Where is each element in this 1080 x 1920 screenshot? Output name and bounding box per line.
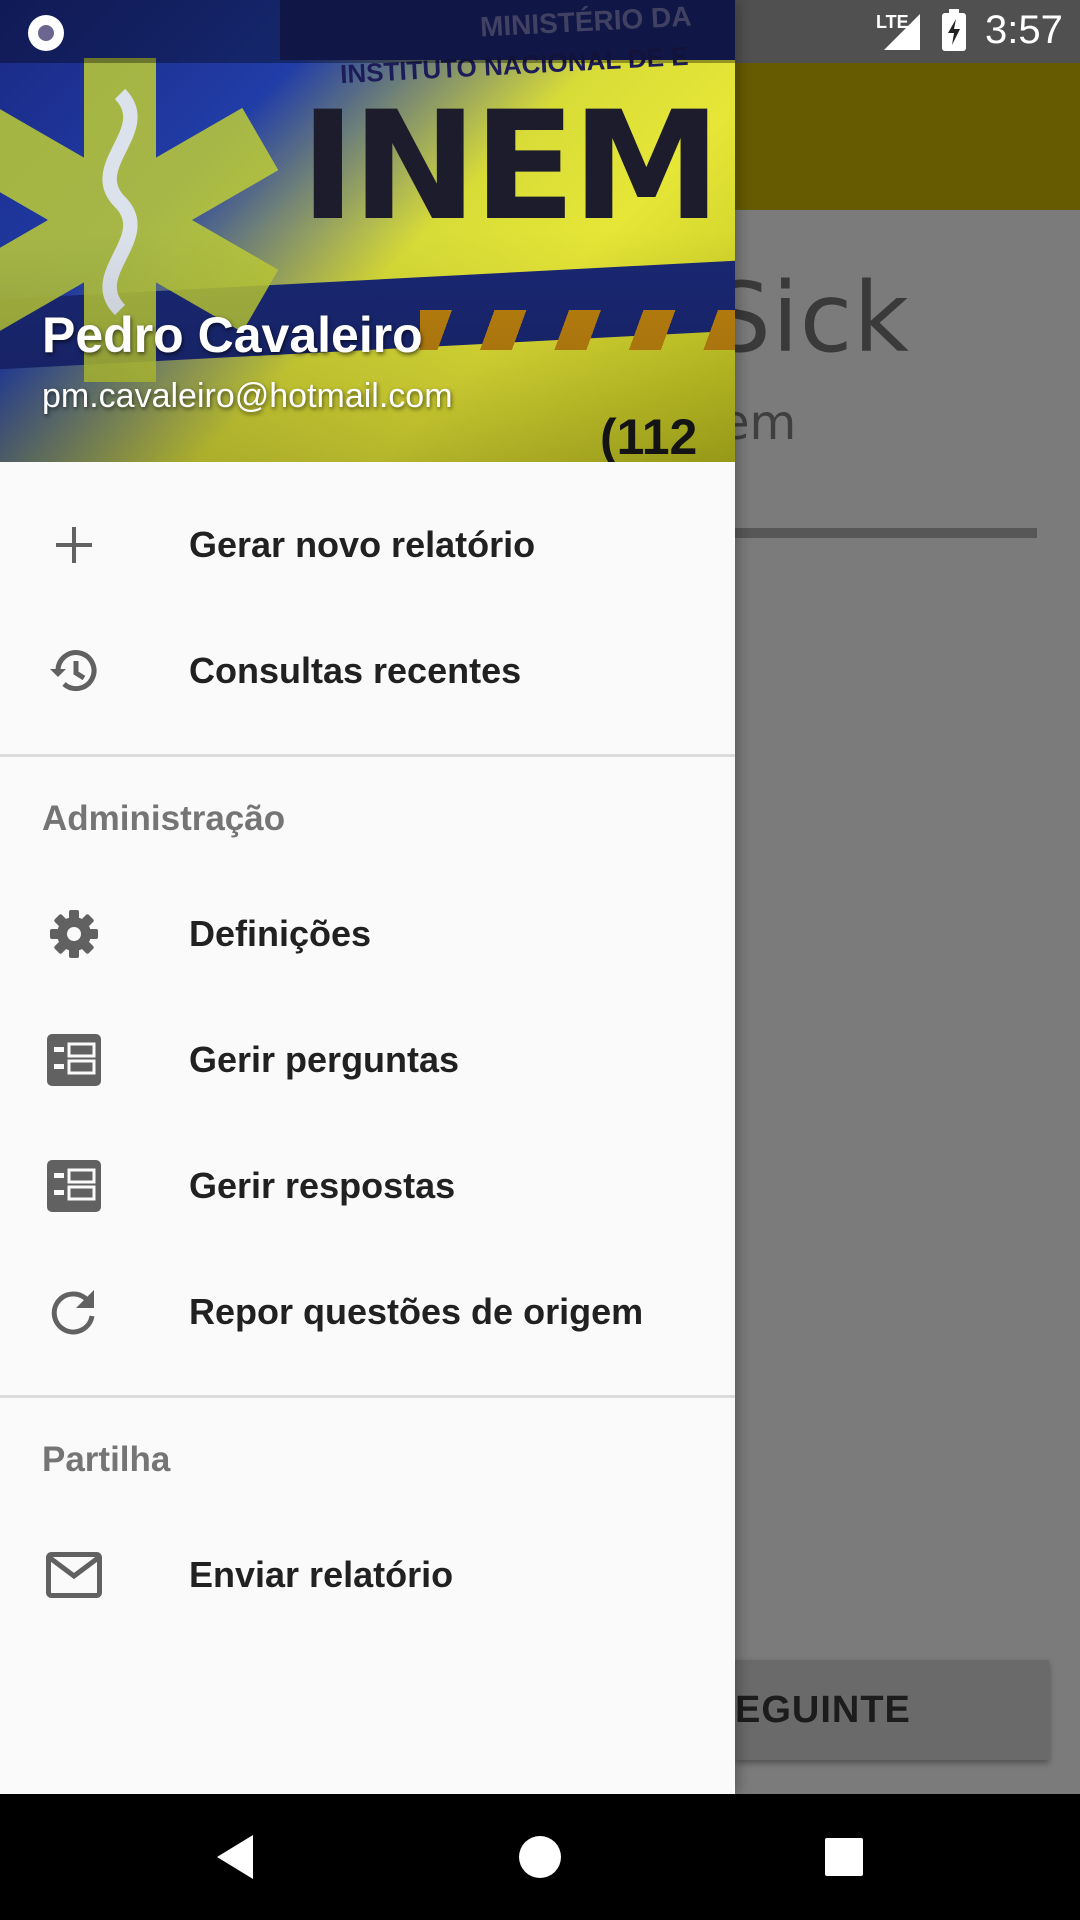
battery-charging-icon	[942, 9, 966, 51]
mail-icon	[46, 1547, 102, 1603]
next-button-label: EGUINTE	[735, 1688, 911, 1731]
menu-item-manage-questions[interactable]: Gerir perguntas	[0, 997, 735, 1123]
recents-icon	[825, 1838, 863, 1876]
menu-item-new-report[interactable]: Gerar novo relatório	[0, 482, 735, 608]
recents-button[interactable]	[781, 1794, 907, 1920]
menu-item-label: Consultas recentes	[189, 650, 522, 691]
menu-item-label: Repor questões de origem	[189, 1291, 644, 1332]
navigation-drawer: MINISTÉRIO DA INSTITUTO NACIONAL DE E IN…	[0, 0, 735, 1794]
add-icon	[46, 517, 102, 573]
section-header-share: Partilha	[42, 1440, 171, 1479]
next-button[interactable]: EGUINTE	[735, 1660, 1049, 1760]
list-icon	[46, 1158, 102, 1214]
refresh-icon	[46, 1284, 102, 1340]
clock: 3:57	[985, 8, 1063, 52]
menu-item-label: Gerir respostas	[189, 1165, 456, 1206]
signal-icon	[884, 14, 920, 50]
menu-item-settings[interactable]: Definições	[0, 871, 735, 997]
home-button[interactable]	[477, 1794, 603, 1920]
notification-icon	[28, 15, 64, 51]
menu-item-manage-answers[interactable]: Gerir respostas	[0, 1123, 735, 1249]
history-icon	[46, 643, 102, 699]
drawer-menu: Gerar novo relatório Consultas recentes …	[0, 462, 735, 1638]
gear-icon	[46, 906, 102, 962]
app-divider	[735, 528, 1037, 538]
menu-item-reset-questions[interactable]: Repor questões de origem	[0, 1249, 735, 1375]
home-icon	[519, 1836, 561, 1878]
list-icon	[46, 1032, 102, 1088]
menu-item-label: Enviar relatório	[189, 1554, 454, 1595]
back-icon	[217, 1835, 253, 1879]
menu-item-recent[interactable]: Consultas recentes	[0, 608, 735, 734]
status-bar: LTE 3:57	[0, 0, 1080, 63]
system-nav-bar	[0, 1794, 1080, 1920]
user-email: pm.cavaleiro@hotmail.com	[42, 377, 453, 415]
drawer-header: MINISTÉRIO DA INSTITUTO NACIONAL DE E IN…	[0, 0, 735, 462]
menu-item-label: Definições	[189, 913, 372, 954]
section-header-admin: Administração	[42, 799, 286, 838]
menu-item-send-report[interactable]: Enviar relatório	[0, 1512, 735, 1638]
user-name: Pedro Cavaleiro	[42, 307, 423, 363]
menu-item-label: Gerir perguntas	[189, 1039, 460, 1080]
menu-item-label: Gerar novo relatório	[189, 524, 536, 565]
back-button[interactable]	[172, 1794, 298, 1920]
app-title: Sick	[710, 262, 910, 374]
